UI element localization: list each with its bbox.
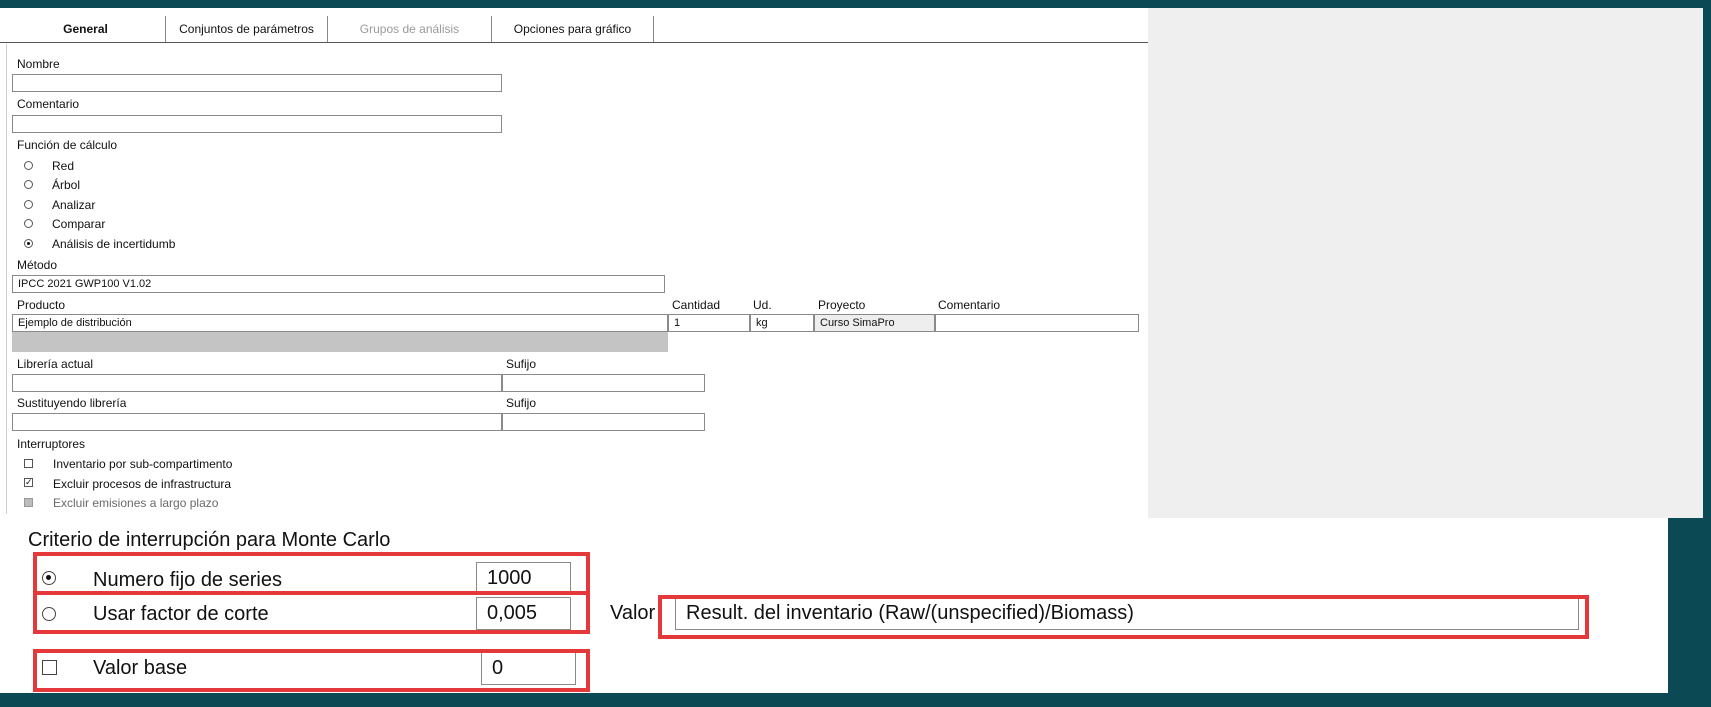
- highlight-fixed-series: [33, 552, 590, 595]
- suffix-label: Sufijo: [506, 357, 537, 371]
- tab-parameter-sets[interactable]: Conjuntos de parámetros: [166, 16, 328, 42]
- montecarlo-title: Criterio de interrupción para Monte Carl…: [28, 529, 391, 551]
- radio-tree-label: Árbol: [52, 178, 81, 192]
- radio-red-label: Red: [52, 159, 75, 173]
- suffix2-label: Sufijo: [506, 396, 537, 410]
- radio-tree[interactable]: [24, 180, 33, 189]
- replace-library-input[interactable]: [12, 413, 502, 431]
- product-header: Producto: [17, 298, 66, 312]
- unit-cell[interactable]: kg: [750, 314, 814, 332]
- quantity-cell[interactable]: 1: [668, 314, 750, 332]
- panel-left-border: [6, 44, 7, 514]
- checkbox-exclude-infrastructure[interactable]: ✓: [24, 478, 33, 487]
- checkbox-subcompartment-label: Inventario por sub-compartimento: [53, 457, 233, 471]
- radio-analyze[interactable]: [24, 200, 33, 209]
- radio-red[interactable]: [24, 161, 33, 170]
- unit-header: Ud.: [753, 298, 772, 312]
- radio-uncertainty[interactable]: [24, 239, 33, 248]
- radio-uncertainty-label: Análisis de incertidumb: [52, 237, 176, 251]
- radio-compare[interactable]: [24, 219, 33, 228]
- library-input[interactable]: [12, 374, 502, 392]
- comment-cell[interactable]: [935, 314, 1139, 332]
- name-input[interactable]: [12, 74, 502, 92]
- empty-row: [12, 332, 668, 352]
- checkbox-long-term-label: Excluir emisiones a largo plazo: [53, 496, 219, 510]
- library-label: Librería actual: [17, 357, 94, 371]
- comment-input[interactable]: [12, 115, 502, 133]
- checkbox-long-term: [24, 498, 33, 507]
- calc-function-label: Función de cálculo: [17, 138, 118, 152]
- switches-label: Interruptores: [17, 437, 86, 451]
- tab-general[interactable]: General: [6, 16, 166, 42]
- product-cell[interactable]: Ejemplo de distribución: [12, 314, 668, 332]
- highlight-base-value: [33, 649, 590, 692]
- empty-area: [1148, 8, 1703, 518]
- suffix-input[interactable]: [502, 374, 705, 392]
- tab-chart-options[interactable]: Opciones para gráfico: [492, 16, 654, 42]
- checkbox-exclude-infrastructure-label: Excluir procesos de infrastructura: [53, 477, 232, 491]
- suffix2-input[interactable]: [502, 413, 705, 431]
- replace-library-label: Sustituyendo librería: [17, 396, 127, 410]
- highlight-cutoff-factor: [33, 591, 590, 634]
- name-label: Nombre: [17, 57, 60, 71]
- method-label: Método: [17, 258, 58, 272]
- project-header: Proyecto: [818, 298, 866, 312]
- tab-analysis-groups: Grupos de análisis: [328, 16, 492, 42]
- comment-label: Comentario: [17, 97, 80, 111]
- comment-header: Comentario: [938, 298, 1001, 312]
- radio-compare-label: Comparar: [52, 217, 106, 231]
- highlight-valor: [658, 595, 1589, 639]
- tab-divider: [0, 42, 1148, 43]
- project-cell[interactable]: Curso SimaPro: [814, 314, 935, 332]
- quantity-header: Cantidad: [672, 298, 721, 312]
- method-field[interactable]: IPCC 2021 GWP100 V1.02: [12, 275, 665, 293]
- radio-analyze-label: Analizar: [52, 198, 96, 212]
- checkbox-subcompartment[interactable]: [24, 459, 33, 468]
- valor-label: Valor: [610, 602, 656, 624]
